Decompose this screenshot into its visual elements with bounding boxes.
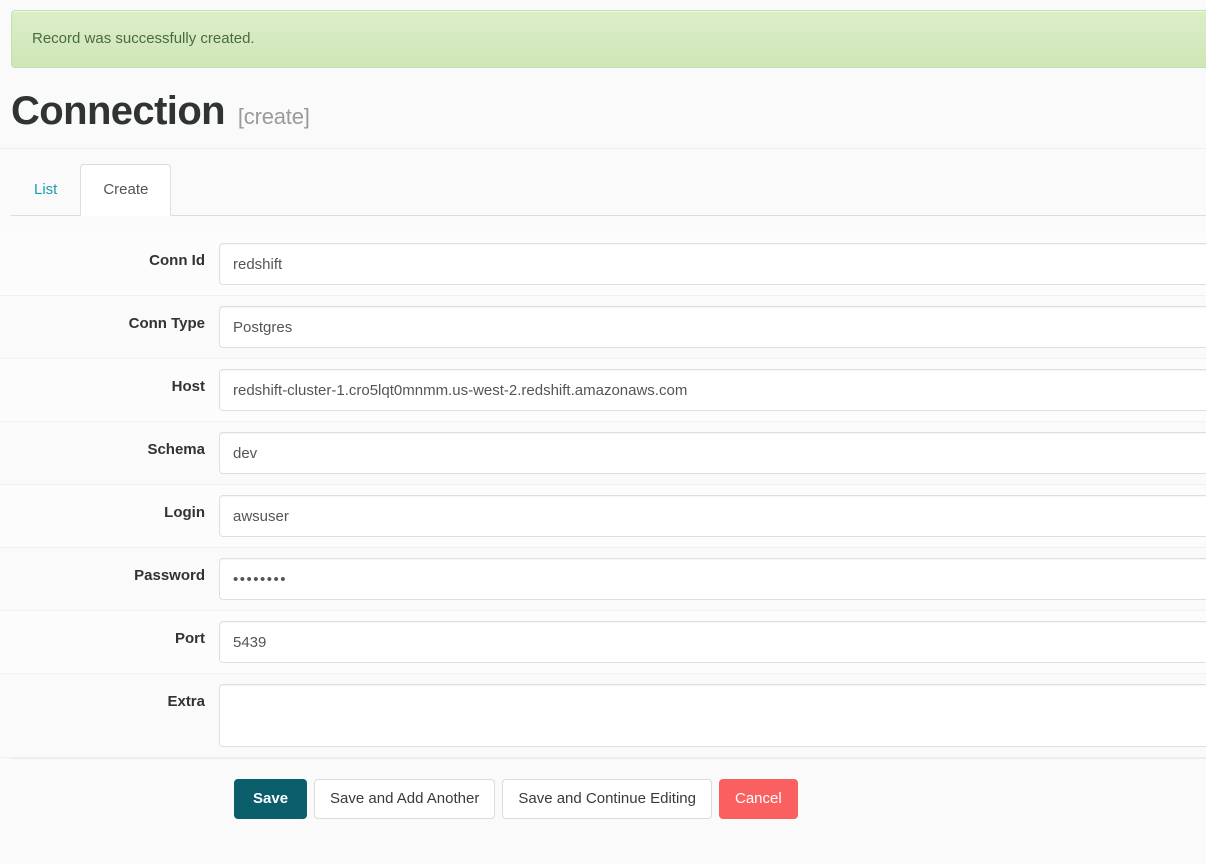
form-row-conn-id: Conn Id <box>0 233 1206 296</box>
form-actions: Save Save and Add Another Save and Conti… <box>11 758 1206 819</box>
label-password: Password <box>0 558 219 586</box>
label-host: Host <box>0 369 219 397</box>
cancel-button[interactable]: Cancel <box>719 779 798 819</box>
success-alert-text: Record was successfully created. <box>32 30 255 47</box>
input-conn-id[interactable] <box>219 243 1206 285</box>
input-port[interactable] <box>219 621 1206 663</box>
save-and-add-another-button[interactable]: Save and Add Another <box>314 779 495 819</box>
input-host[interactable] <box>219 369 1206 411</box>
form-row-port: Port <box>0 611 1206 674</box>
page-header: Connection [create] <box>0 68 1206 149</box>
form-row-host: Host <box>0 359 1206 422</box>
input-password[interactable] <box>219 558 1206 600</box>
save-button[interactable]: Save <box>234 779 307 819</box>
connection-form: Conn Id Conn Type Host Schema Login Pass… <box>0 216 1206 819</box>
input-extra[interactable] <box>219 684 1206 747</box>
label-conn-id: Conn Id <box>0 243 219 271</box>
save-and-continue-editing-button[interactable]: Save and Continue Editing <box>502 779 712 819</box>
input-conn-type[interactable] <box>219 306 1206 348</box>
form-row-schema: Schema <box>0 422 1206 485</box>
tab-list[interactable]: List <box>11 164 80 216</box>
page-title-mode: [create] <box>238 104 310 129</box>
input-login[interactable] <box>219 495 1206 537</box>
label-login: Login <box>0 495 219 523</box>
input-schema[interactable] <box>219 432 1206 474</box>
form-row-login: Login <box>0 485 1206 548</box>
tab-create[interactable]: Create <box>80 164 171 216</box>
label-port: Port <box>0 621 219 649</box>
success-alert: Record was successfully created. <box>11 10 1206 68</box>
page-title: Connection <box>11 89 225 133</box>
flash-message-region: Record was successfully created. <box>0 0 1206 68</box>
label-schema: Schema <box>0 432 219 460</box>
form-row-extra: Extra <box>0 674 1206 758</box>
label-extra: Extra <box>0 684 219 712</box>
tab-bar: List Create <box>0 164 1206 216</box>
label-conn-type: Conn Type <box>0 306 219 334</box>
form-row-password: Password <box>0 548 1206 611</box>
form-row-conn-type: Conn Type <box>0 296 1206 359</box>
